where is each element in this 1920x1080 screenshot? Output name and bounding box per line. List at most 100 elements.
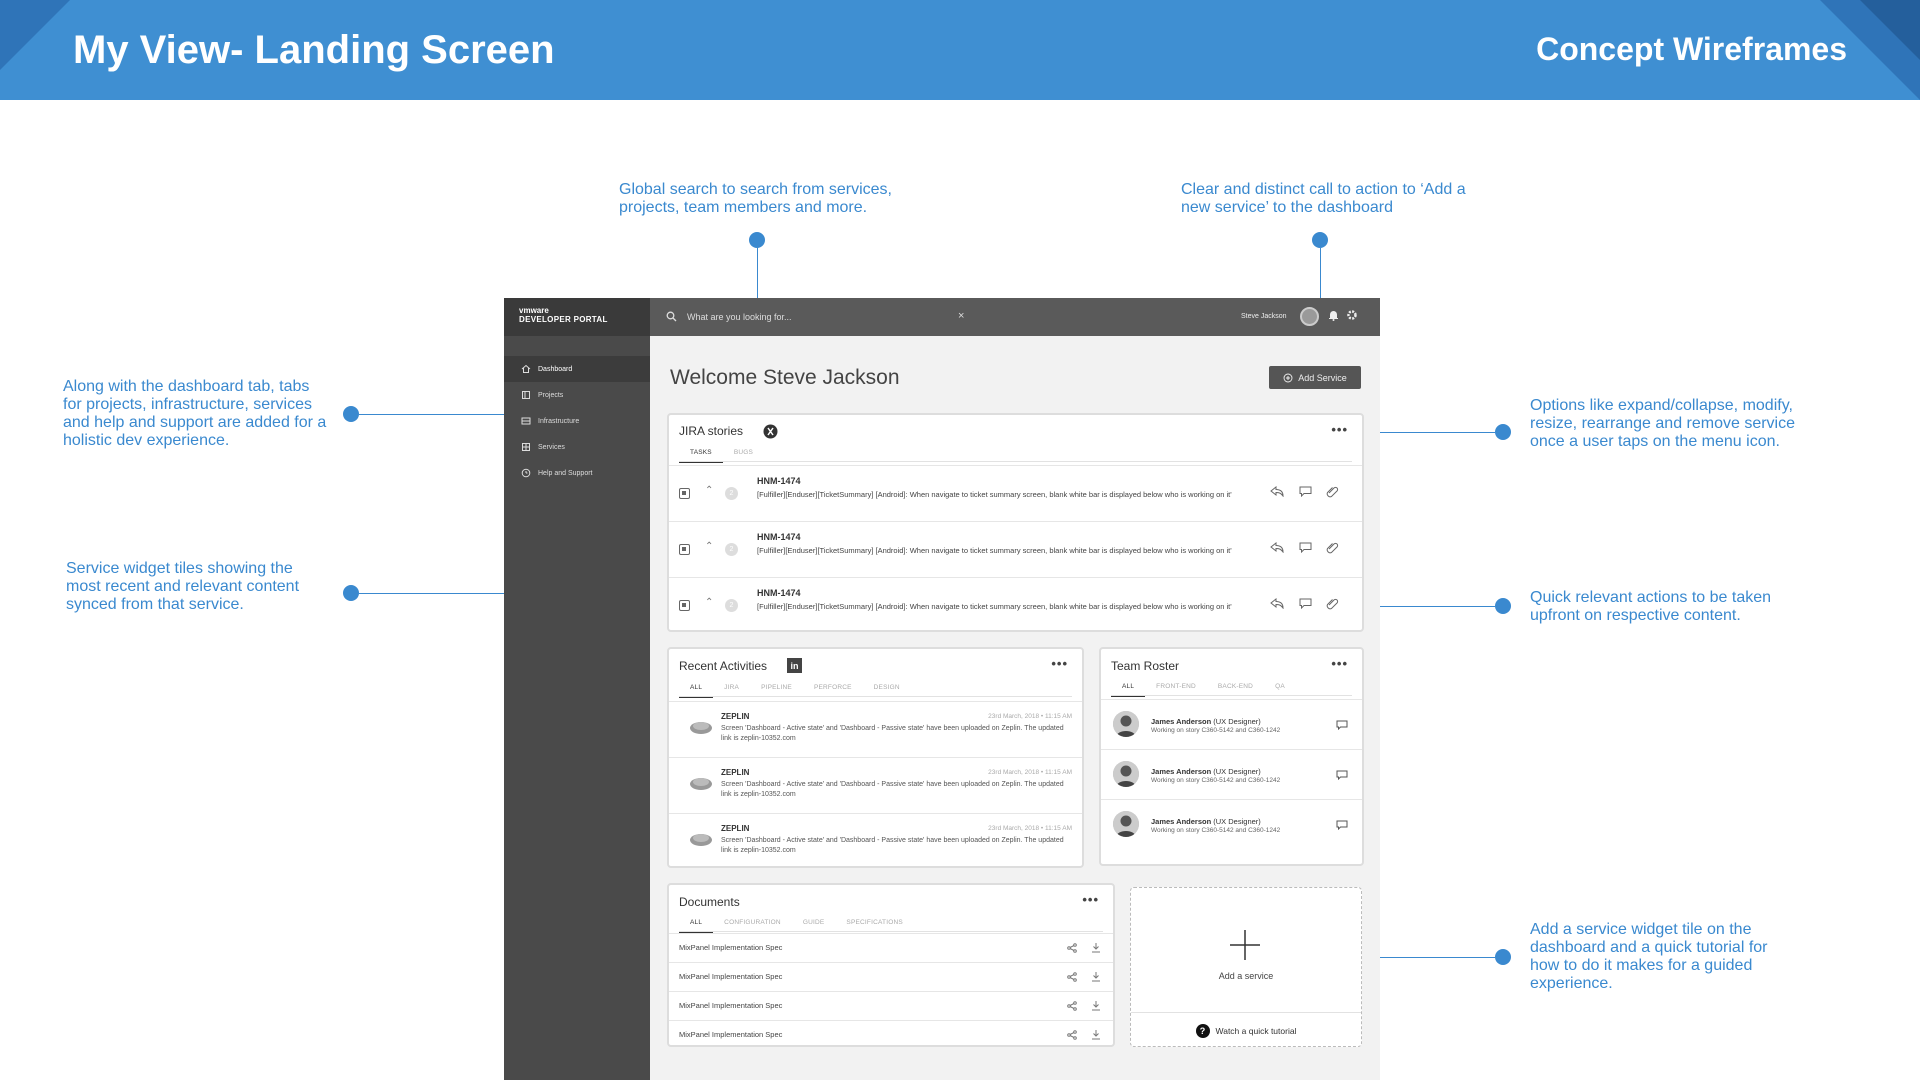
download-icon[interactable]	[1091, 971, 1101, 982]
story-description: [Fulfiller][Enduser][TicketSummary] [And…	[757, 602, 1232, 611]
user-name[interactable]: Steve Jackson	[1241, 313, 1287, 320]
download-icon[interactable]	[1091, 942, 1101, 953]
share-icon[interactable]	[1067, 943, 1077, 953]
share-icon[interactable]	[1067, 1001, 1077, 1011]
bell-icon[interactable]	[1328, 309, 1339, 321]
vmware-logo: vmware	[519, 306, 549, 315]
story-id[interactable]: HNM-1474	[757, 588, 801, 598]
story-id[interactable]: HNM-1474	[757, 532, 801, 542]
comment-icon[interactable]	[1299, 542, 1312, 553]
avatar	[1113, 811, 1139, 837]
checkbox[interactable]	[679, 488, 690, 499]
checkbox[interactable]	[679, 600, 690, 611]
share-arrow-icon[interactable]	[1270, 598, 1284, 609]
document-name[interactable]: MixPanel Implementation Spec	[679, 943, 782, 952]
annotation-dot	[343, 585, 359, 601]
share-icon[interactable]	[1067, 1030, 1077, 1040]
sidebar-item-projects[interactable]: Projects	[504, 382, 650, 408]
app-window: vmware DEVELOPER PORTAL Dashboard Projec…	[504, 298, 1380, 1080]
annotation-options: Options like expand/collapse, modify, re…	[1530, 397, 1796, 450]
attachment-icon[interactable]	[1326, 541, 1339, 554]
document-name[interactable]: MixPanel Implementation Spec	[679, 972, 782, 981]
attachment-icon[interactable]	[1326, 485, 1339, 498]
more-menu-icon[interactable]: •••	[1082, 892, 1099, 907]
checkbox[interactable]	[679, 544, 690, 555]
list-item[interactable]: MixPanel Implementation Spec	[669, 1020, 1113, 1049]
annotation-dot	[1312, 232, 1328, 248]
widget-title: JIRA stories	[679, 424, 744, 438]
member-status: Working on story C360-5142 and C360-1242	[1151, 827, 1281, 834]
chat-icon[interactable]	[1336, 820, 1348, 830]
story-description: [Fulfiller][Enduser][TicketSummary] [And…	[757, 490, 1232, 499]
tutorial-label: Watch a quick tutorial	[1215, 1026, 1297, 1036]
table-row[interactable]: ⌃ 2 HNM-1474 [Fulfiller][Enduser][Ticket…	[669, 521, 1362, 577]
welcome-heading: Welcome Steve Jackson	[670, 366, 900, 389]
download-icon[interactable]	[1091, 1000, 1101, 1011]
share-icon[interactable]	[1067, 972, 1077, 982]
list-item[interactable]: ZEPLIN 23rd March, 2018 • 11:15 AM Scree…	[669, 701, 1082, 756]
annotation-line	[359, 414, 504, 415]
activity-description: Screen 'Dashboard - Active state' and 'D…	[721, 837, 1064, 854]
chat-icon[interactable]	[1336, 720, 1348, 730]
sidebar-item-help[interactable]: Help and Support	[504, 460, 650, 486]
list-item[interactable]: MixPanel Implementation Spec	[669, 991, 1113, 1020]
sidebar-item-dashboard[interactable]: Dashboard	[504, 356, 650, 382]
download-icon[interactable]	[1091, 1029, 1101, 1040]
divider	[1111, 695, 1352, 696]
activity-source: ZEPLIN	[721, 824, 750, 833]
avatar[interactable]	[1300, 307, 1319, 326]
count-badge: 2	[725, 599, 738, 612]
member-name: James Anderson (UX Designer)	[1151, 767, 1261, 776]
sidebar-item-label: Dashboard	[538, 365, 573, 373]
share-arrow-icon[interactable]	[1270, 486, 1284, 497]
priority-icon: ⌃	[705, 485, 714, 496]
chat-icon[interactable]	[1336, 770, 1348, 780]
comment-icon[interactable]	[1299, 486, 1312, 497]
table-row[interactable]: ⌃ 2 HNM-1474 [Fulfiller][Enduser][Ticket…	[669, 465, 1362, 521]
top-bar: What are you looking for... × Steve Jack…	[650, 298, 1380, 336]
list-item[interactable]: James Anderson (UX Designer) Working on …	[1101, 799, 1362, 849]
list-item[interactable]: MixPanel Implementation Spec	[669, 962, 1113, 991]
avatar	[1113, 711, 1139, 737]
list-item[interactable]: MixPanel Implementation Spec	[669, 933, 1113, 962]
tutorial-link[interactable]: ? Watch a quick tutorial	[1131, 1024, 1361, 1038]
list-item[interactable]: ZEPLIN 23rd March, 2018 • 11:15 AM Scree…	[669, 813, 1082, 867]
sidebar-item-infrastructure[interactable]: Infrastructure	[504, 408, 650, 434]
add-service-label: Add Service	[1298, 372, 1347, 383]
sidebar-item-label: Help and Support	[538, 469, 593, 477]
activity-description: Screen 'Dashboard - Active state' and 'D…	[721, 781, 1064, 798]
annotation-widgets: Service widget tiles showing the most re…	[66, 560, 300, 613]
list-item[interactable]: ZEPLIN 23rd March, 2018 • 11:15 AM Scree…	[669, 757, 1082, 812]
list-item[interactable]: James Anderson (UX Designer) Working on …	[1101, 699, 1362, 749]
annotation-dot	[343, 406, 359, 422]
sidebar-item-label: Infrastructure	[538, 417, 580, 425]
sidebar-item-services[interactable]: Services	[504, 434, 650, 460]
more-menu-icon[interactable]: •••	[1331, 422, 1348, 437]
annotation-dot	[1495, 949, 1511, 965]
share-arrow-icon[interactable]	[1270, 542, 1284, 553]
annotation-add-service: Clear and distinct call to action to ‘Ad…	[1181, 181, 1466, 216]
plus-icon[interactable]	[1228, 928, 1262, 962]
zeplin-icon	[690, 778, 712, 790]
projects-icon	[522, 391, 530, 399]
gear-icon[interactable]	[1346, 309, 1358, 321]
infrastructure-icon	[521, 417, 531, 425]
close-icon[interactable]: ×	[958, 310, 964, 322]
document-name[interactable]: MixPanel Implementation Spec	[679, 1030, 782, 1039]
count-badge: 2	[725, 487, 738, 500]
add-service-label[interactable]: Add a service	[1131, 971, 1361, 981]
more-menu-icon[interactable]: •••	[1051, 656, 1068, 671]
story-id[interactable]: HNM-1474	[757, 476, 801, 486]
avatar	[1113, 761, 1139, 787]
sidebar-nav: Dashboard Projects Infrastructure Servic…	[504, 356, 650, 486]
search-input[interactable]: What are you looking for...	[687, 312, 792, 322]
member-name: James Anderson (UX Designer)	[1151, 717, 1261, 726]
attachment-icon[interactable]	[1326, 597, 1339, 610]
add-service-tile[interactable]: Add a service ? Watch a quick tutorial	[1130, 887, 1362, 1047]
comment-icon[interactable]	[1299, 598, 1312, 609]
document-name[interactable]: MixPanel Implementation Spec	[679, 1001, 782, 1010]
add-service-button[interactable]: Add Service	[1269, 366, 1361, 389]
table-row[interactable]: ⌃ 2 HNM-1474 [Fulfiller][Enduser][Ticket…	[669, 577, 1362, 633]
more-menu-icon[interactable]: •••	[1331, 656, 1348, 671]
list-item[interactable]: James Anderson (UX Designer) Working on …	[1101, 749, 1362, 799]
